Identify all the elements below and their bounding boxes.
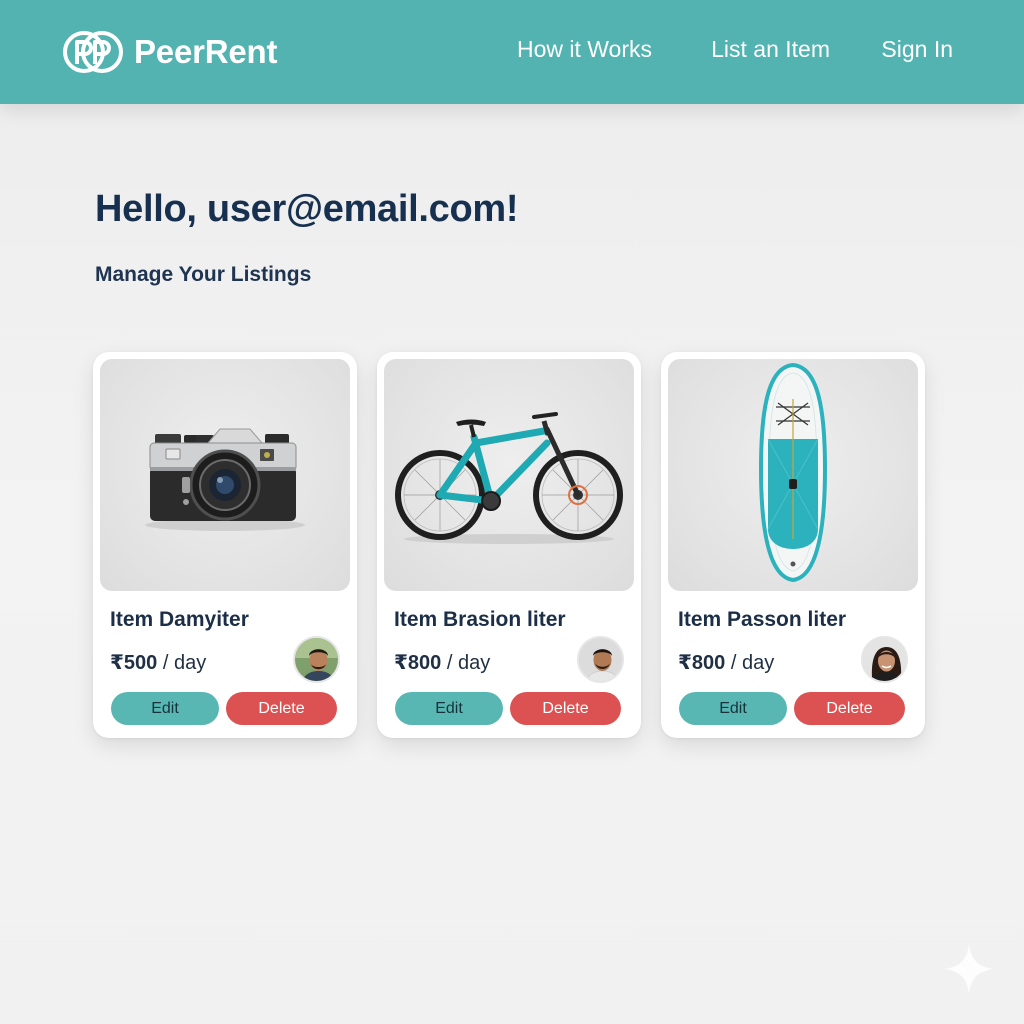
price-amount: ₹800 xyxy=(678,652,726,674)
bicycle-illustration xyxy=(395,412,623,544)
avatar-man-photo xyxy=(295,638,338,681)
price-unit: / day xyxy=(446,652,491,674)
page-greeting: Hello, user@email.com! xyxy=(95,188,519,230)
owner-avatar[interactable] xyxy=(577,636,624,683)
delete-button[interactable]: Delete xyxy=(510,692,621,725)
delete-button[interactable]: Delete xyxy=(794,692,905,725)
owner-avatar[interactable] xyxy=(293,636,340,683)
edit-button[interactable]: Edit xyxy=(111,692,219,725)
listing-card: Item Damyiter ₹500 / day Edit Delete xyxy=(93,352,357,738)
listing-card: Item Brasion liter ₹800 / day Edit Delet… xyxy=(377,352,641,738)
listing-price: ₹800 / day xyxy=(678,650,774,675)
camera-illustration xyxy=(145,428,305,531)
nav-sign-in[interactable]: Sign In xyxy=(881,36,953,63)
listing-title: Item Damyiter xyxy=(110,608,249,631)
avatar-man-photo xyxy=(579,638,622,681)
price-amount: ₹800 xyxy=(394,652,442,674)
paddle-board-illustration xyxy=(758,362,828,583)
owner-avatar[interactable] xyxy=(861,636,908,683)
price-unit: / day xyxy=(730,652,775,674)
nav-how-it-works[interactable]: How it Works xyxy=(517,36,652,63)
top-navbar: PeerRent How it Works List an Item Sign … xyxy=(0,0,1024,104)
page: PeerRent How it Works List an Item Sign … xyxy=(0,0,1024,1024)
price-unit: / day xyxy=(162,652,207,674)
nav-list-an-item[interactable]: List an Item xyxy=(711,36,830,63)
section-heading: Manage Your Listings xyxy=(95,263,312,286)
sparkle-icon xyxy=(944,944,994,994)
edit-button[interactable]: Edit xyxy=(395,692,503,725)
pp-monogram-icon xyxy=(63,31,123,73)
listing-price: ₹800 / day xyxy=(394,650,490,675)
listing-image-paddle-board[interactable] xyxy=(668,359,918,591)
price-amount: ₹500 xyxy=(110,652,158,674)
delete-button[interactable]: Delete xyxy=(226,692,337,725)
listing-title: Item Passon liter xyxy=(678,608,847,631)
listing-image-camera[interactable] xyxy=(100,359,350,591)
brand-name: PeerRent xyxy=(134,33,278,70)
listing-image-bike[interactable] xyxy=(384,359,634,591)
avatar-woman-photo xyxy=(863,638,906,681)
listing-card: Item Passon liter ₹800 / day Edit Delete xyxy=(661,352,925,738)
listing-price: ₹500 / day xyxy=(110,650,206,675)
listing-title: Item Brasion liter xyxy=(394,608,566,631)
edit-button[interactable]: Edit xyxy=(679,692,787,725)
brand-link[interactable]: PeerRent xyxy=(62,29,277,75)
